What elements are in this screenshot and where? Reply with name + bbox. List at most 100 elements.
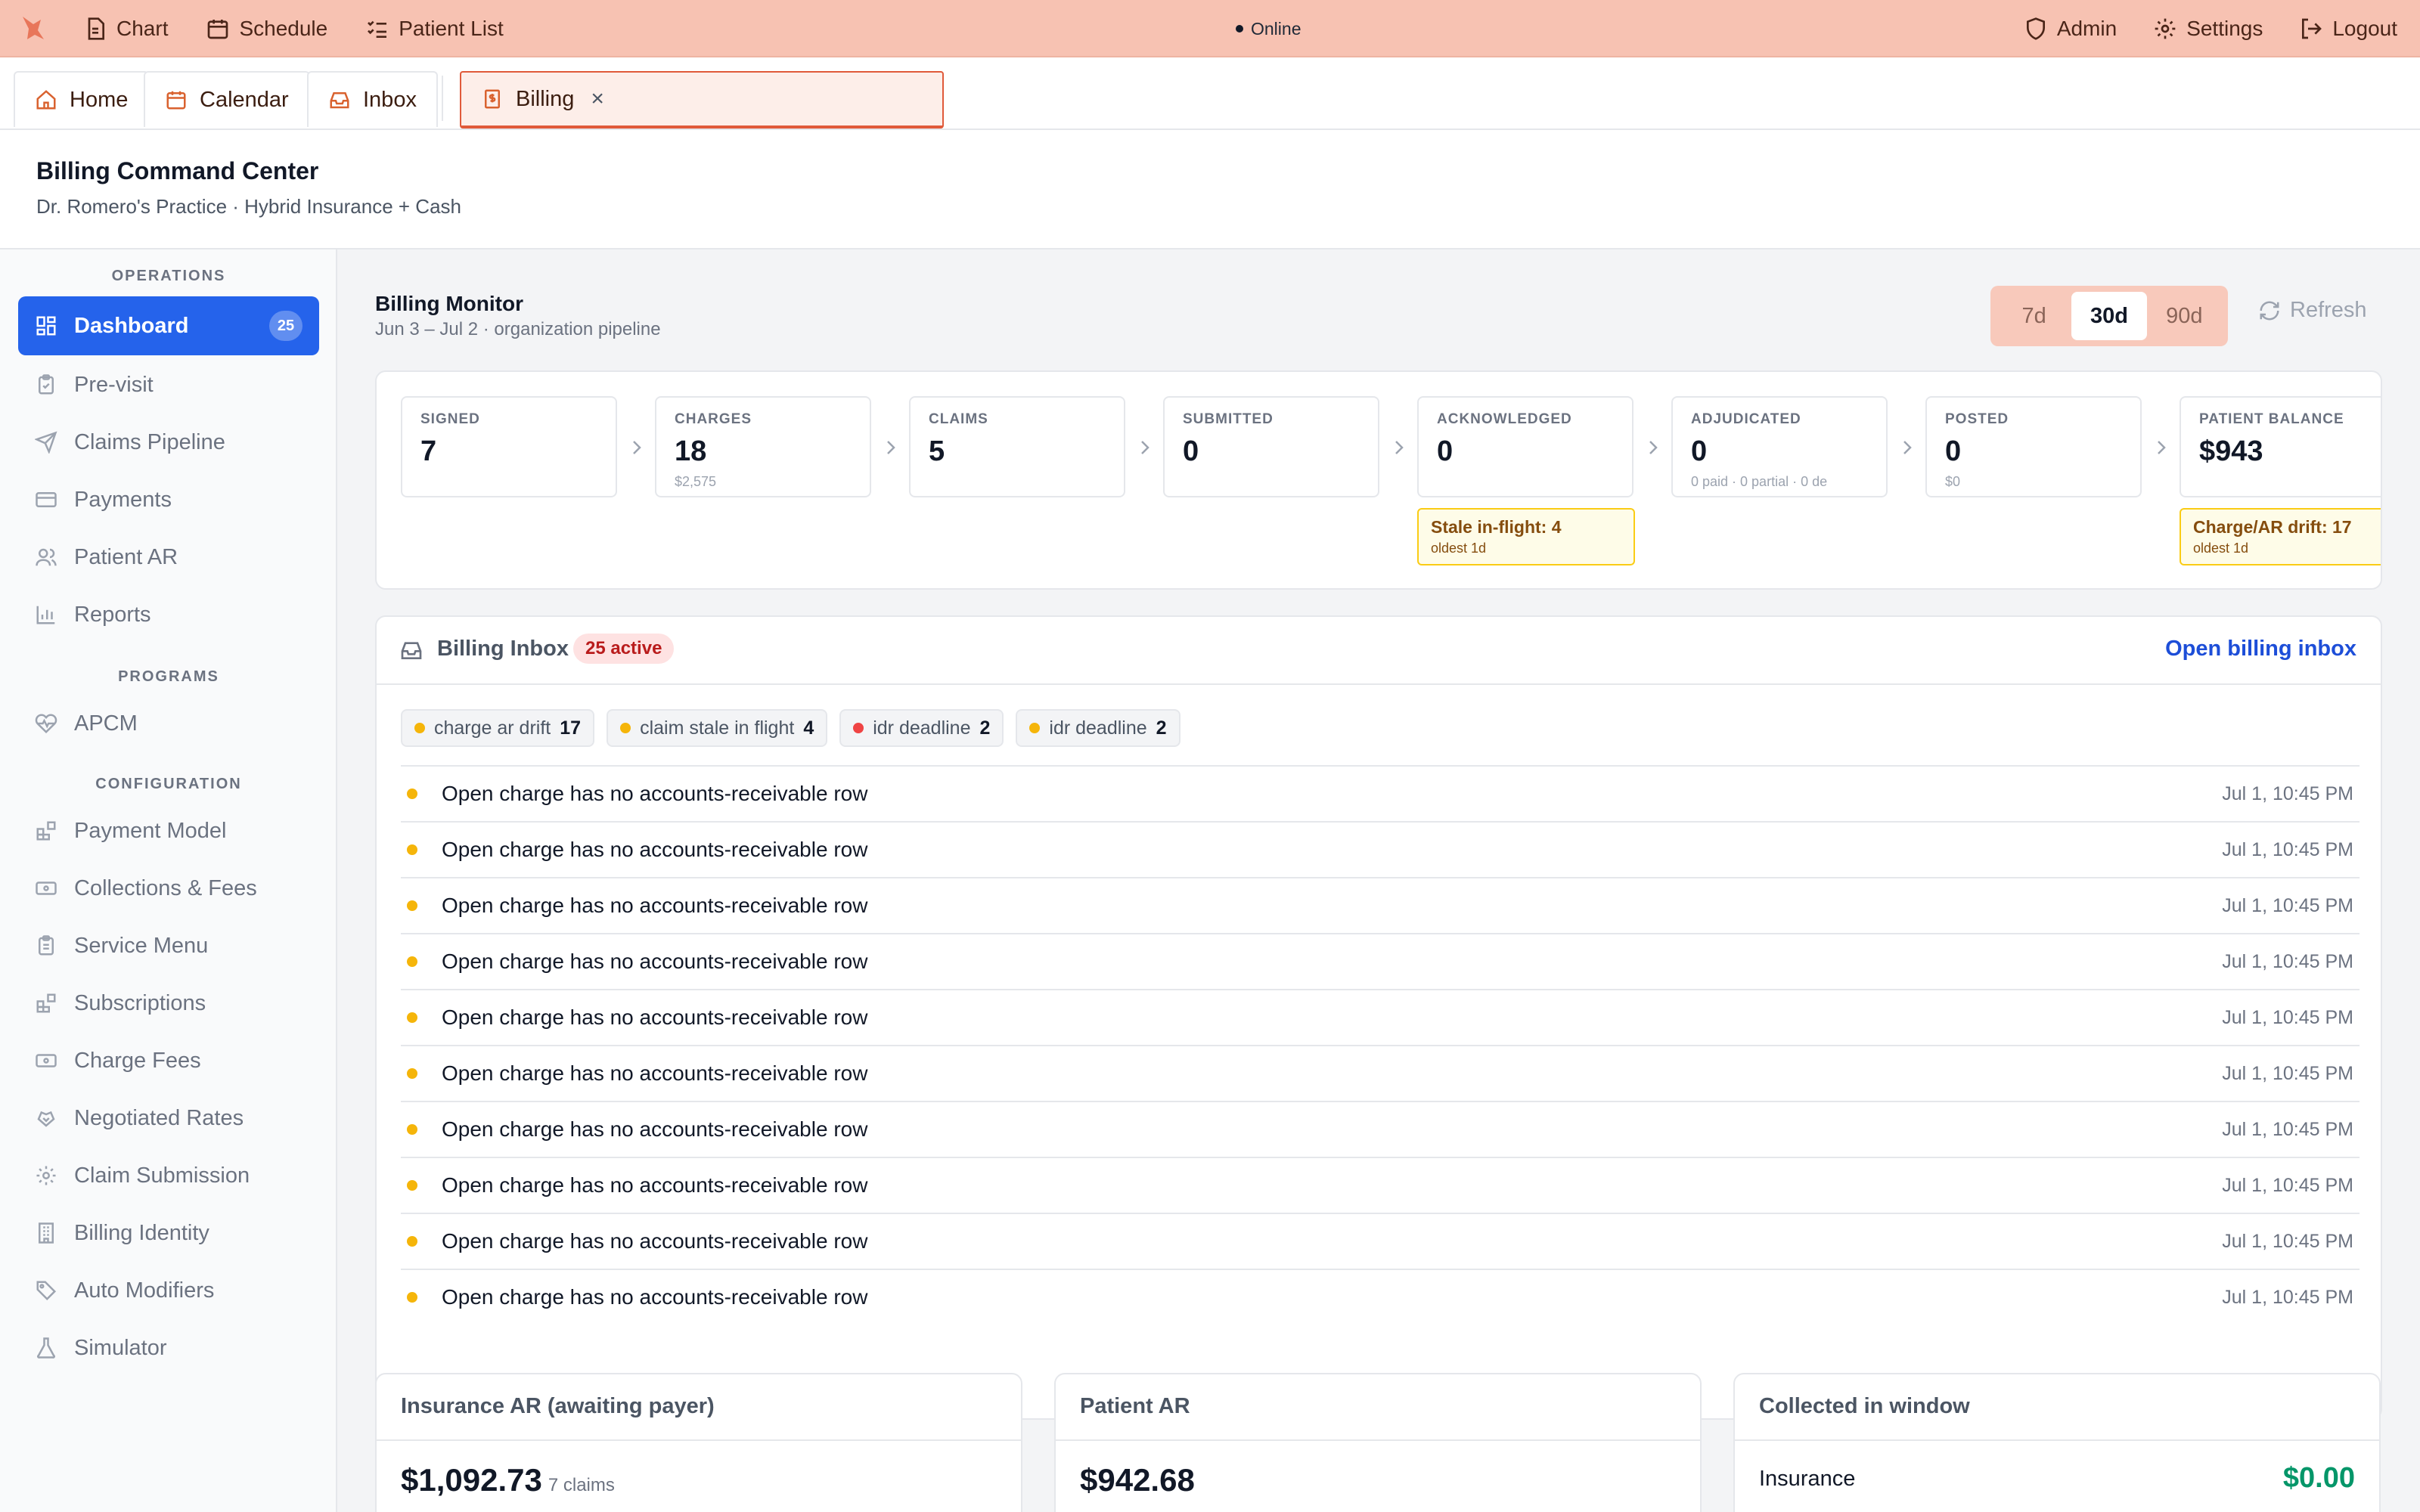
stage-signed[interactable]: SIGNED 7 [401,396,617,497]
chevron-right-icon [1141,441,1150,454]
item-text: Open charge has no accounts-receivable r… [442,1061,868,1085]
range-30d-button[interactable]: 30d [2071,292,2147,340]
chip-idr-deadline-red[interactable]: idr deadline 2 [839,709,1004,747]
list-item[interactable]: Open charge has no accounts-receivable r… [401,1269,2360,1325]
sidebar-item-apcm[interactable]: APCM [18,694,319,753]
sidebar: OPERATIONS Dashboard 25 Pre-visit Claims… [0,249,337,1512]
sidebar-item-service-menu[interactable]: Service Menu [18,916,319,975]
stage-patient-balance[interactable]: PATIENT BALANCE $943 [2180,396,2381,497]
logo-icon[interactable] [18,14,48,44]
home-icon [36,90,56,110]
item-time: Jul 1, 10:45 PM [2222,1118,2353,1140]
amount-value: $1,092.73 [401,1462,542,1498]
sidebar-item-negotiated-rates[interactable]: Negotiated Rates [18,1089,319,1148]
building-icon [39,1222,54,1244]
sidebar-item-payment-model[interactable]: Payment Model [18,801,319,860]
monitor-title: Billing Monitor [375,292,523,315]
item-time: Jul 1, 10:45 PM [2222,1230,2353,1252]
tab-calendar[interactable]: Calendar [144,71,310,127]
billing-icon [485,89,500,109]
card-icon [36,492,57,507]
list-item[interactable]: Open charge has no accounts-receivable r… [401,877,2360,933]
top-nav-chart[interactable]: Chart [83,17,168,41]
stage-value: 5 [929,435,945,467]
sidebar-item-subscriptions[interactable]: Subscriptions [18,974,319,1033]
chip-claim-stale-in-flight[interactable]: claim stale in flight 4 [607,709,828,747]
top-nav-schedule[interactable]: Schedule [206,17,327,41]
item-time: Jul 1, 10:45 PM [2222,1006,2353,1028]
sidebar-item-reports[interactable]: Reports [18,585,319,644]
admin-link[interactable]: Admin [2024,17,2117,41]
sidebar-item-label: Negotiated Rates [74,1105,244,1130]
chip-idr-deadline-yellow[interactable]: idr deadline 2 [1016,709,1181,747]
connection-status: Online [1236,0,1301,57]
list-item[interactable]: Open charge has no accounts-receivable r… [401,765,2360,821]
card-title: Collected in window [1759,1394,1970,1418]
tags-icon [36,1281,57,1301]
stage-value: 7 [420,435,437,467]
list-item[interactable]: Open charge has no accounts-receivable r… [401,821,2360,877]
stage-label: PATIENT BALANCE [2199,411,2344,427]
refresh-button[interactable]: Refresh [2258,298,2367,323]
tab-label: Calendar [200,87,289,112]
collected-amount: $0.00 [2282,1462,2355,1494]
range-90d-button[interactable]: 90d [2147,292,2222,340]
list-item[interactable]: Open charge has no accounts-receivable r… [401,1045,2360,1101]
status-dot [407,1068,417,1079]
inbox-header: Billing Inbox 25 active Open billing inb… [377,617,2381,685]
sidebar-item-dashboard[interactable]: Dashboard 25 [18,296,319,355]
top-nav-patient-list[interactable]: Patient List [365,17,504,41]
pipeline-card: SIGNED 7 CHARGES 18 $2,575 CLAIMS 5 SUBM… [375,370,2382,590]
logout-icon [2302,18,2322,39]
stale-warning[interactable]: Stale in-flight: 4 oldest 1d [1417,508,1635,565]
chip-charge-ar-drift[interactable]: charge ar drift 17 [401,709,595,747]
tab-home[interactable]: Home [14,71,150,127]
stage-value: 0 [1437,435,1454,467]
refresh-label: Refresh [2290,298,2367,322]
active-count-badge: 25 active [573,634,675,664]
stage-posted[interactable]: POSTED 0 $0 [1925,396,2142,497]
sidebar-item-pre-visit[interactable]: Pre-visit [18,355,319,414]
stage-submitted[interactable]: SUBMITTED 0 [1163,396,1379,497]
item-time: Jul 1, 10:45 PM [2222,1174,2353,1196]
sidebar-item-label: APCM [74,711,138,736]
card-title: Patient AR [1080,1394,1190,1418]
stage-charges[interactable]: CHARGES 18 $2,575 [655,396,871,497]
list-item[interactable]: Open charge has no accounts-receivable r… [401,933,2360,989]
list-item[interactable]: Open charge has no accounts-receivable r… [401,989,2360,1045]
open-billing-inbox-link[interactable]: Open billing inbox [2165,637,2356,662]
item-time: Jul 1, 10:45 PM [2222,1062,2353,1084]
settings-link[interactable]: Settings [2153,17,2263,41]
sidebar-item-patient-ar[interactable]: Patient AR [18,528,319,587]
stage-acknowledged[interactable]: ACKNOWLEDGED 0 [1417,396,1634,497]
tab-separator [442,76,443,121]
monitor-subtitle: Jun 3 – Jul 2 · organization pipeline [375,319,661,339]
sidebar-item-billing-identity[interactable]: Billing Identity [18,1204,319,1263]
logout-link[interactable]: Logout [2299,17,2397,41]
tab-bar: Home Calendar Inbox Billing × [0,57,2420,130]
list-item[interactable]: Open charge has no accounts-receivable r… [401,1213,2360,1269]
sidebar-item-claims-pipeline[interactable]: Claims Pipeline [18,413,319,472]
stage-claims[interactable]: CLAIMS 5 [909,396,1125,497]
tab-inbox[interactable]: Inbox [307,71,438,127]
chevron-right-icon [1649,441,1658,454]
divider [1735,1439,2379,1441]
chip-count: 2 [979,717,991,739]
chevron-right-icon [1903,441,1912,454]
sidebar-item-collections-fees[interactable]: Collections & Fees [18,859,319,918]
close-icon[interactable]: × [591,86,604,112]
sidebar-item-claim-submission[interactable]: Claim Submission [18,1146,319,1205]
chip-count: 17 [560,717,582,739]
list-item[interactable]: Open charge has no accounts-receivable r… [401,1101,2360,1157]
sidebar-item-payments[interactable]: Payments [18,470,319,529]
item-time: Jul 1, 10:45 PM [2222,1286,2353,1308]
drift-warning[interactable]: Charge/AR drift: 17 oldest 1d [2180,508,2381,565]
list-item[interactable]: Open charge has no accounts-receivable r… [401,1157,2360,1213]
sidebar-item-auto-modifiers[interactable]: Auto Modifiers [18,1261,319,1320]
stage-adjudicated[interactable]: ADJUDICATED 0 0 paid · 0 partial · 0 de [1671,396,1888,497]
chip-count: 4 [803,717,814,739]
range-7d-button[interactable]: 7d [1996,292,2071,340]
sidebar-item-simulator[interactable]: Simulator [18,1318,319,1377]
tab-billing[interactable]: Billing × [460,71,944,129]
sidebar-item-charge-fees[interactable]: Charge Fees [18,1031,319,1090]
